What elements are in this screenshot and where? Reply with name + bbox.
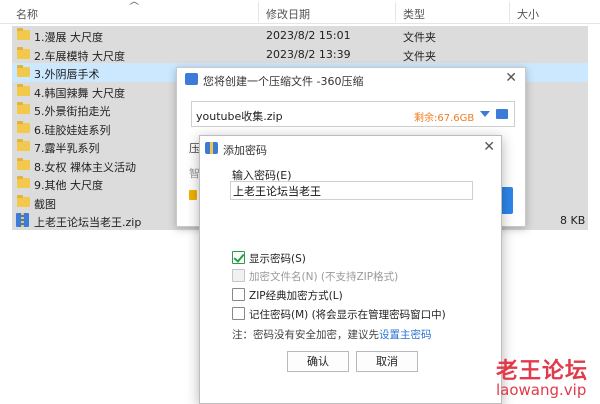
row-date: 2023/8/2 15:01: [266, 29, 351, 42]
remember-password-checkbox[interactable]: [232, 307, 245, 320]
column-header-bar: 名称 ^ 修改日期 类型 大小: [0, 0, 600, 24]
cancel-button[interactable]: 取消: [356, 351, 418, 372]
zip-classic-checkbox[interactable]: [232, 288, 245, 301]
folder-icon: [17, 28, 30, 40]
remember-password-label: 记住密码(M) (将会显示在管理密码窗口中): [249, 309, 446, 321]
folder-icon: [17, 46, 30, 59]
security-note: 注：密码没有安全加密，建议先设置主密码: [232, 327, 432, 342]
folder-icon: [17, 176, 30, 188]
folder-icon: [17, 65, 30, 77]
zip-file-icon: [16, 213, 29, 227]
set-master-password-link[interactable]: 设置主密码: [379, 329, 432, 341]
column-header-type[interactable]: 类型: [403, 6, 425, 22]
folder-icon: [17, 120, 30, 133]
sort-ascending-icon: ^: [127, 1, 141, 12]
table-row[interactable]: 2.车展模特 大尺度 2023/8/2 13:39 文件夹: [12, 44, 588, 63]
row-name: 9.其他 大尺度: [34, 179, 103, 192]
add-password-dialog: 添加密码 ✕ 输入密码(E) 显示密码(S) 加密文件名(N) (不支持ZIP格…: [199, 135, 502, 404]
encrypt-filenames-checkbox: [232, 269, 245, 282]
disk-remaining-text: 剩余:67.6GB: [414, 113, 475, 124]
row-name: 7.露半乳系列: [34, 142, 100, 155]
column-header-name[interactable]: 名称: [16, 6, 38, 22]
folder-icon: [17, 102, 30, 114]
row-type: 文件夹: [403, 31, 436, 44]
row-name: 8.女权 裸体主义活动: [34, 160, 136, 174]
zip-app-icon: [185, 73, 198, 85]
folder-icon: [17, 157, 30, 170]
row-name: 截图: [34, 197, 56, 211]
chevron-down-icon[interactable]: [480, 111, 490, 117]
show-password-checkbox[interactable]: [232, 251, 245, 264]
folder-icon: [17, 83, 30, 96]
folder-icon: [17, 139, 30, 151]
confirm-button[interactable]: 确认: [287, 351, 349, 372]
zip-app-icon: [205, 142, 218, 154]
row-name: 4.韩国辣舞 大尺度: [34, 86, 125, 100]
zip-classic-label: ZIP经典加密方式(L): [249, 290, 343, 302]
security-note-text: 注：密码没有安全加密，建议先: [232, 329, 379, 341]
option-encrypt-filenames: 加密文件名(N) (不支持ZIP格式): [232, 268, 472, 283]
column-divider[interactable]: [258, 2, 259, 22]
folder-icon[interactable]: [496, 109, 508, 119]
lock-icon[interactable]: [189, 190, 197, 200]
row-date: 2023/8/2 13:39: [266, 47, 351, 61]
close-icon[interactable]: ✕: [483, 139, 495, 155]
row-name: 上老王论坛当老王.zip: [34, 216, 142, 229]
column-divider[interactable]: [395, 2, 396, 22]
password-dialog-title: 添加密码: [223, 144, 267, 157]
row-type: 文件夹: [403, 49, 436, 63]
column-header-date[interactable]: 修改日期: [266, 6, 310, 22]
option-show-password[interactable]: 显示密码(S): [232, 250, 472, 265]
option-zip-classic[interactable]: ZIP经典加密方式(L): [232, 287, 472, 302]
encrypt-filenames-label: 加密文件名(N) (不支持ZIP格式): [249, 271, 399, 283]
folder-icon: [17, 194, 30, 207]
row-name: 1.漫展 大尺度: [34, 31, 103, 44]
row-size: 8 KB: [560, 214, 586, 227]
row-name: 6.硅胶娃娃系列: [34, 123, 111, 137]
show-password-label: 显示密码(S): [249, 253, 306, 265]
option-remember-password[interactable]: 记住密码(M) (将会显示在管理密码窗口中): [232, 306, 472, 321]
row-name: 2.车展模特 大尺度: [34, 49, 125, 63]
row-name: 3.外阴唇手术: [34, 68, 100, 81]
watermark-url: laowang.vip: [496, 381, 587, 399]
row-name: 5.外景街拍走光: [34, 105, 111, 118]
compress-dialog-title: 您将创建一个压缩文件 -360压缩: [203, 75, 364, 88]
column-divider[interactable]: [509, 2, 510, 22]
password-input[interactable]: [230, 181, 473, 200]
table-row[interactable]: 1.漫展 大尺度 2023/8/2 15:01 文件夹: [12, 26, 588, 45]
archive-name-field[interactable]: youtube收集.zip 剩余:67.6GB: [191, 101, 515, 127]
close-icon[interactable]: ✕: [505, 70, 517, 86]
archive-name-value: youtube收集.zip: [196, 110, 283, 123]
column-header-size[interactable]: 大小: [517, 6, 539, 22]
